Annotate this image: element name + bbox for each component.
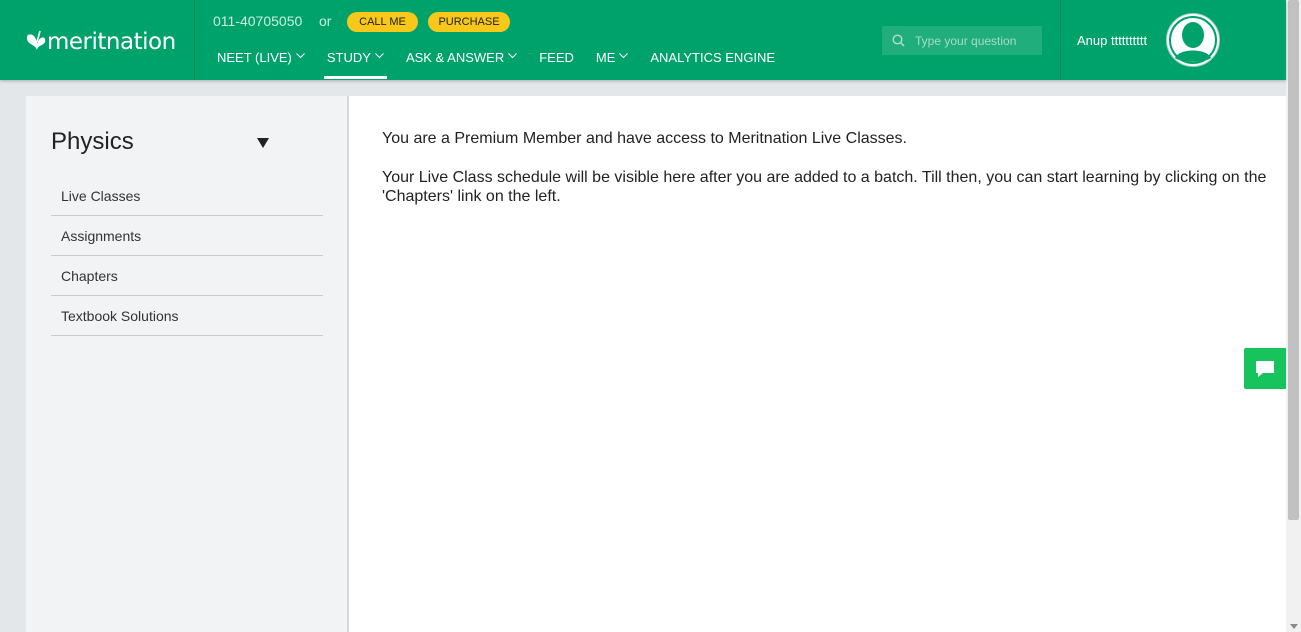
page-scrollbar[interactable] [1286,0,1301,632]
scrollbar-thumb[interactable] [1288,0,1299,520]
nav-label: NEET (LIVE) [217,50,292,65]
search-icon [892,34,905,47]
sidebar-item-live-classes[interactable]: Live Classes [51,176,323,216]
schedule-message: Your Live Class schedule will be visible… [382,169,1267,205]
nav-ask-answer[interactable]: ASK & ANSWER [395,48,528,70]
nav-label: ME [595,50,616,65]
subject-sidebar: Physics Live Classes Assignments Chapter… [26,96,347,632]
subject-title[interactable]: Physics [51,128,134,156]
user-name[interactable]: Anup tttttttttt [1077,33,1147,48]
nav-me[interactable]: ME [585,48,640,70]
meritnation-logo[interactable]: meritnation [25,22,176,62]
top-header: meritnation 011-40705050 or CALL ME PURC… [0,0,1286,80]
chevron-down-icon [619,53,629,59]
sidebar-item-chapters[interactable]: Chapters [51,256,323,296]
chevron-down-icon [296,53,305,59]
avatar-silhouette [1169,16,1217,64]
nav-label: ANALYTICS ENGINE [650,50,776,65]
premium-message: You are a Premium Member and have access… [382,130,907,147]
main-nav: NEET (LIVE) STUDY ASK & ANSWER FEED ME A… [206,48,786,80]
header-divider [1060,0,1061,80]
or-text: or [319,13,332,29]
nav-study[interactable]: STUDY [316,48,395,79]
nav-label: ASK & ANSWER [405,50,505,65]
header-divider [194,0,195,80]
purchase-button[interactable]: PURCHASE [428,12,510,32]
brand-name: meritnation [47,29,176,55]
nav-neet-live[interactable]: NEET (LIVE) [206,48,316,70]
search-box[interactable] [882,26,1042,55]
nav-feed[interactable]: FEED [528,48,585,70]
chevron-down-icon [508,53,518,59]
nav-label: FEED [539,50,574,65]
search-input[interactable] [913,32,1037,49]
chat-icon [1256,360,1274,377]
nav-analytics-engine[interactable]: ANALYTICS ENGINE [639,48,786,70]
sidebar-item-textbook-solutions[interactable]: Textbook Solutions [51,296,323,336]
sidebar-item-assignments[interactable]: Assignments [51,216,323,256]
user-avatar-icon[interactable] [1166,13,1220,67]
caret-down-icon[interactable] [257,138,269,148]
sidebar-menu: Live Classes Assignments Chapters Textbo… [51,176,323,336]
phone-number: 011-40705050 [213,13,303,29]
nav-label: STUDY [326,50,371,65]
chat-button[interactable] [1244,348,1286,389]
chevron-down-icon [375,53,384,59]
main-content: You are a Premium Member and have access… [347,96,1286,632]
scroll-down-arrow-icon[interactable] [1290,624,1298,629]
butterfly-icon [26,30,46,50]
call-me-button[interactable]: CALL ME [347,12,418,32]
